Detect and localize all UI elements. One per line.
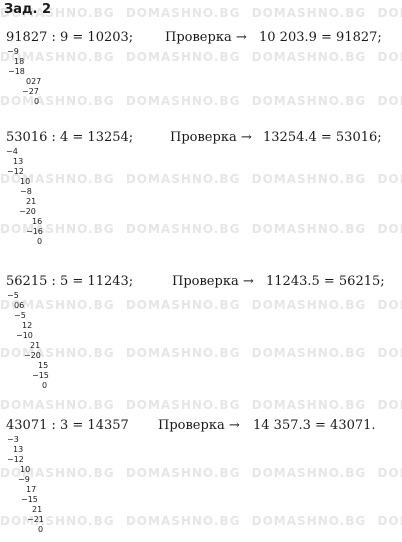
watermark: DOMASHNO.BG DOMASHNO.BG DOMASHNO.BG DOMA… <box>0 94 402 108</box>
check-label: Проверка → <box>158 418 240 433</box>
step: −12 <box>7 167 24 176</box>
step: 0 <box>42 381 48 390</box>
watermark: DOMASHNO.BG DOMASHNO.BG DOMASHNO.BG DOMA… <box>0 50 402 64</box>
step: −9 <box>18 475 30 484</box>
step: 21 <box>26 197 37 206</box>
step: −12 <box>7 455 24 464</box>
step: 027 <box>26 77 42 86</box>
step: −18 <box>8 67 25 76</box>
step: 10 <box>20 177 31 186</box>
step: 0 <box>37 237 43 246</box>
step: −21 <box>27 515 44 524</box>
watermark: DOMASHNO.BG DOMASHNO.BG DOMASHNO.BG DOMA… <box>0 514 402 528</box>
step: −16 <box>26 227 43 236</box>
equation: 91827 : 9 = 10203; <box>6 30 134 45</box>
step: −9 <box>7 47 19 56</box>
step: 12 <box>22 321 33 330</box>
watermark: DOMASHNO.BG DOMASHNO.BG DOMASHNO.BG DOMA… <box>0 222 402 236</box>
equation: 56215 : 5 = 11243; <box>6 274 134 289</box>
step: 21 <box>30 341 41 350</box>
equation: 53016 : 4 = 13254; <box>6 130 134 145</box>
watermark: DOMASHNO.BG DOMASHNO.BG DOMASHNO.BG DOMA… <box>0 298 402 312</box>
task-title: Зад. 2 <box>4 2 52 17</box>
step: 17 <box>26 485 37 494</box>
step: 18 <box>14 57 25 66</box>
step: −10 <box>16 331 33 340</box>
watermark: DOMASHNO.BG DOMASHNO.BG DOMASHNO.BG DOMA… <box>0 6 402 20</box>
check-label: Проверка → <box>172 274 254 289</box>
step: 0 <box>38 525 44 534</box>
step: −4 <box>6 147 18 156</box>
step: −5 <box>14 311 26 320</box>
step: 13 <box>13 445 24 454</box>
step: 10 <box>20 465 31 474</box>
step: −3 <box>7 435 19 444</box>
watermark: DOMASHNO.BG DOMASHNO.BG DOMASHNO.BG DOMA… <box>0 466 402 480</box>
step: −5 <box>7 291 19 300</box>
step: −20 <box>19 207 36 216</box>
check-equation: 10 203.9 = 91827; <box>259 30 382 45</box>
watermark: DOMASHNO.BG DOMASHNO.BG DOMASHNO.BG DOMA… <box>0 172 402 186</box>
step: 21 <box>32 505 43 514</box>
step: 15 <box>38 361 49 370</box>
step: −27 <box>22 87 39 96</box>
step: −20 <box>24 351 41 360</box>
step: 16 <box>32 217 43 226</box>
check-label: Проверка → <box>170 130 252 145</box>
equation: 43071 : 3 = 14357 <box>6 418 129 433</box>
check-label: Проверка → <box>165 30 247 45</box>
watermark: DOMASHNO.BG DOMASHNO.BG DOMASHNO.BG DOMA… <box>0 346 402 360</box>
step: 0 <box>34 97 40 106</box>
check-equation: 11243.5 = 56215; <box>266 274 385 289</box>
step: −8 <box>20 187 32 196</box>
step: 13 <box>13 157 24 166</box>
step: −15 <box>32 371 49 380</box>
step: −15 <box>21 495 38 504</box>
step: 06 <box>14 301 25 310</box>
check-equation: 13254.4 = 53016; <box>263 130 382 145</box>
check-equation: 14 357.3 = 43071. <box>253 418 376 433</box>
